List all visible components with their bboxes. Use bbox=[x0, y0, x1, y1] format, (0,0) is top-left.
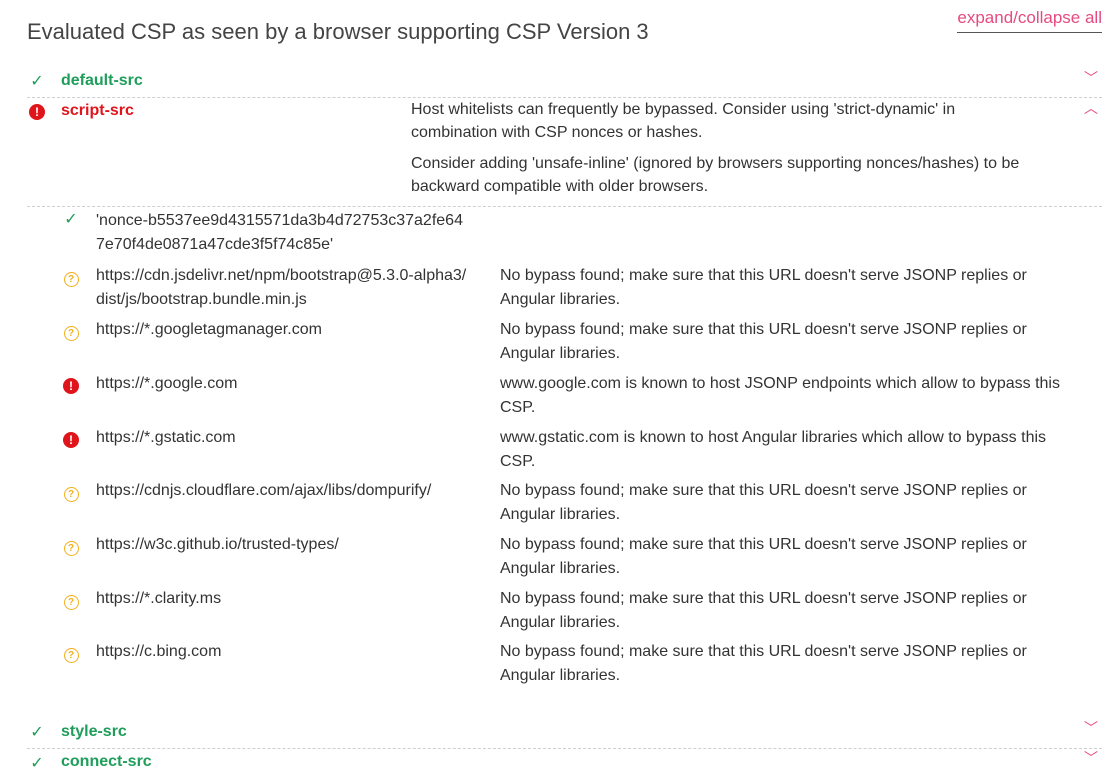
value-source: https://*.gstatic.com bbox=[96, 429, 236, 446]
directive-name: style-src bbox=[61, 723, 127, 740]
directive-name: connect-src bbox=[61, 753, 152, 770]
value-note: No bypass found; make sure that this URL… bbox=[500, 536, 1027, 577]
directive-messages: Host whitelists can frequently be bypass… bbox=[411, 98, 1031, 206]
value-note: No bypass found; make sure that this URL… bbox=[500, 321, 1027, 362]
error-icon: ! bbox=[27, 102, 47, 122]
question-icon: ? bbox=[62, 324, 80, 342]
check-icon: ✓ bbox=[30, 755, 44, 772]
value-source: https://cdn.jsdelivr.net/npm/bootstrap@5… bbox=[96, 267, 467, 308]
directive-script-src[interactable]: ! script-src Host whitelists can frequen… bbox=[27, 98, 1102, 207]
question-icon: ? bbox=[62, 646, 80, 664]
directive-connect-src[interactable]: ✓ connect-src ﹀ bbox=[27, 749, 1102, 779]
question-icon: ? bbox=[62, 539, 80, 557]
value-note: No bypass found; make sure that this URL… bbox=[500, 643, 1027, 684]
value-note: www.gstatic.com is known to host Angular… bbox=[500, 429, 1047, 470]
chevron-down-icon[interactable]: ﹀ bbox=[1084, 71, 1098, 85]
value-source: https://*.google.com bbox=[96, 375, 238, 392]
value-source: https://cdnjs.cloudflare.com/ajax/libs/d… bbox=[96, 482, 432, 499]
directive-message: Host whitelists can frequently be bypass… bbox=[411, 101, 956, 141]
value-source: https://*.clarity.ms bbox=[96, 590, 222, 607]
error-icon: ! bbox=[62, 377, 80, 395]
error-icon: ! bbox=[62, 431, 80, 449]
directive-name: default-src bbox=[61, 72, 143, 89]
check-icon: ✓ bbox=[30, 724, 44, 741]
value-source: 'nonce-b5537ee9d4315571da3b4d72753c37a2f… bbox=[96, 212, 463, 253]
directive-style-src[interactable]: ✓ style-src ﹀ bbox=[27, 718, 1102, 749]
value-source: https://w3c.github.io/trusted-types/ bbox=[96, 536, 339, 553]
chevron-down-icon[interactable]: ﹀ bbox=[1084, 751, 1098, 765]
value-source: https://*.googletagmanager.com bbox=[96, 321, 322, 338]
value-note: No bypass found; make sure that this URL… bbox=[500, 267, 1027, 308]
value-source: https://c.bing.com bbox=[96, 643, 222, 660]
directive-name: script-src bbox=[61, 102, 134, 119]
question-icon: ? bbox=[62, 485, 80, 503]
chevron-down-icon[interactable]: ﹀ bbox=[1084, 721, 1098, 735]
question-icon: ? bbox=[62, 270, 80, 288]
expand-collapse-all-link[interactable]: expand/collapse all bbox=[957, 8, 1102, 33]
check-icon: ✓ bbox=[30, 73, 44, 90]
value-note: No bypass found; make sure that this URL… bbox=[500, 590, 1027, 631]
page-title: Evaluated CSP as seen by a browser suppo… bbox=[27, 19, 649, 44]
check-icon: ✓ bbox=[64, 211, 78, 228]
directive-default-src[interactable]: ✓ default-src ﹀ bbox=[27, 68, 1102, 98]
question-icon: ? bbox=[62, 593, 80, 611]
value-note: No bypass found; make sure that this URL… bbox=[500, 482, 1027, 523]
chevron-up-icon[interactable]: ︿ bbox=[1084, 101, 1098, 115]
value-note: www.google.com is known to host JSONP en… bbox=[500, 375, 1060, 416]
directive-message: Consider adding 'unsafe-inline' (ignored… bbox=[411, 155, 1020, 195]
